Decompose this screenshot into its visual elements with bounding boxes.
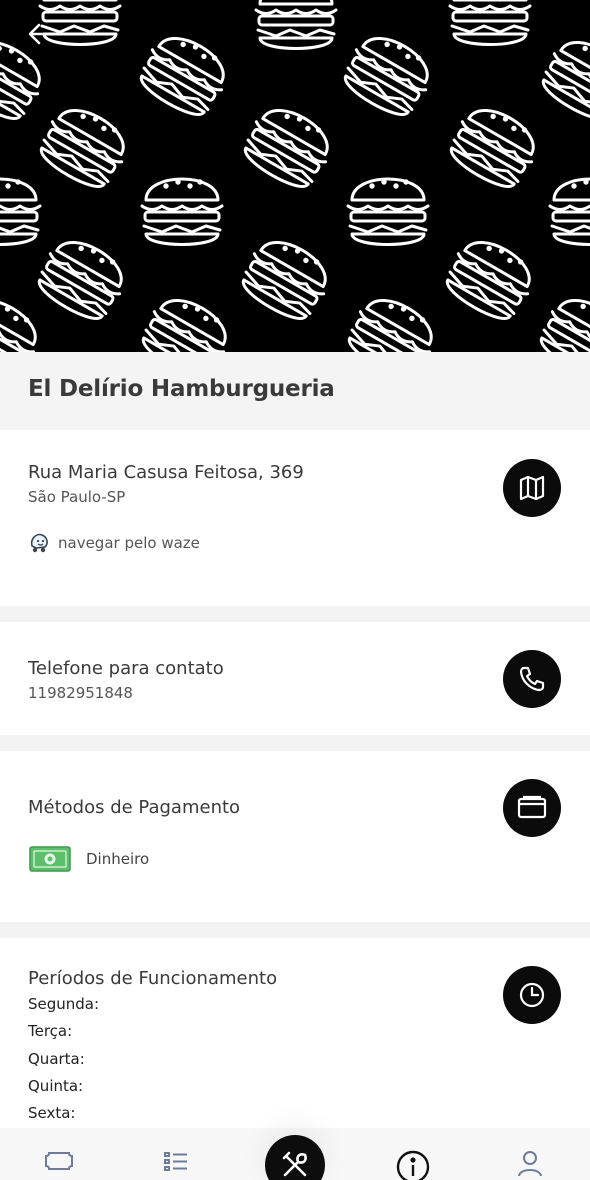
burger-pattern-image xyxy=(0,0,590,352)
hours-days-list: Segunda: Terça: Quarta: Quinta: Sexta: xyxy=(28,994,99,1130)
arrow-left-icon xyxy=(28,23,52,45)
back-button[interactable] xyxy=(22,16,58,52)
day-label: Quinta: xyxy=(28,1076,84,1095)
payment-card: Métodos de Pagamento Dinheiro xyxy=(0,751,590,922)
waze-icon xyxy=(30,533,48,553)
tab-info[interactable] xyxy=(393,1150,433,1180)
payment-info-button[interactable] xyxy=(503,779,561,837)
hours-title: Períodos de Funcionamento xyxy=(28,968,278,989)
info-icon xyxy=(396,1150,430,1180)
payment-method-item: Dinheiro xyxy=(28,843,149,875)
restaurant-name: El Delírio Hamburgueria xyxy=(28,376,335,402)
open-map-button[interactable] xyxy=(503,459,561,517)
day-label: Terça: xyxy=(28,1022,73,1041)
hours-button[interactable] xyxy=(503,966,561,1024)
phone-number: 11982951848 xyxy=(28,684,133,702)
day-label: Segunda: xyxy=(28,995,100,1013)
phone-card: Telefone para contato 11982951848 xyxy=(0,622,590,735)
tab-tickets[interactable] xyxy=(39,1150,79,1180)
phone-title: Telefone para contato xyxy=(28,658,224,679)
day-label: Sexta: xyxy=(28,1104,76,1123)
ticket-icon xyxy=(45,1152,73,1170)
phone-icon xyxy=(519,666,545,692)
tab-profile[interactable] xyxy=(510,1150,550,1180)
hours-card: Períodos de Funcionamento Segunda: Terça… xyxy=(0,938,590,1128)
address-card: Rua Maria Casusa Feitosa, 369 São Paulo-… xyxy=(0,430,590,606)
restaurant-name-bar: El Delírio Hamburgueria xyxy=(0,352,590,430)
address-city: São Paulo-SP xyxy=(28,488,126,506)
payment-method-label: Dinheiro xyxy=(86,850,150,868)
address-street: Rua Maria Casusa Feitosa, 369 xyxy=(28,462,304,483)
fork-knife-icon xyxy=(282,1151,307,1177)
list-icon xyxy=(164,1152,187,1171)
wallet-icon xyxy=(517,795,547,819)
call-button[interactable] xyxy=(503,650,561,708)
tab-menu-list[interactable] xyxy=(156,1150,196,1180)
clock-icon xyxy=(519,982,545,1008)
user-icon xyxy=(518,1151,542,1176)
map-icon xyxy=(519,475,545,501)
cash-icon xyxy=(29,846,71,872)
payment-title: Métodos de Pagamento xyxy=(28,797,241,818)
waze-label: navegar pelo waze xyxy=(58,534,200,552)
hero-banner xyxy=(0,0,590,352)
waze-link[interactable]: navegar pelo waze xyxy=(28,532,200,554)
day-label: Quarta: xyxy=(28,1049,85,1068)
